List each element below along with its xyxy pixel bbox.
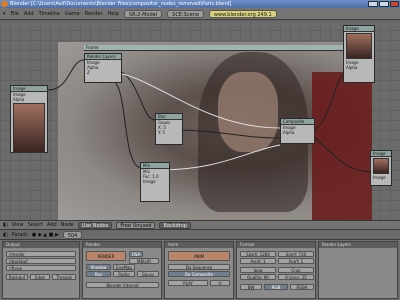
- format-panel: Format SizeX: 1280 SizeY: 720 AspX: 1 As…: [236, 241, 316, 299]
- render-panel-title: Render: [83, 242, 161, 248]
- ray-toggle[interactable]: Ray: [86, 271, 111, 277]
- window-titlebar: Blender [C:\Users\Asif\Documents\Blender…: [0, 0, 400, 8]
- file-format-select[interactable]: Jpeg: [240, 267, 276, 273]
- image-thumbnail: [346, 33, 372, 59]
- do-sequence-toggle[interactable]: Do Sequence: [168, 264, 230, 270]
- node-socket-label: Image: [373, 175, 386, 180]
- play-button[interactable]: PLAY: [168, 280, 208, 286]
- anim-button[interactable]: ANIM: [168, 251, 230, 261]
- use-nodes-toggle[interactable]: Use Nodes: [77, 221, 113, 229]
- scene-selector[interactable]: SCE:Scene: [167, 9, 204, 18]
- anim-panel-title: Anim: [165, 242, 233, 248]
- menu-game[interactable]: Game: [65, 11, 80, 17]
- context-icons[interactable]: ● ◆ ▲ ■ ▶: [32, 232, 59, 238]
- frame-node[interactable]: Frame: [84, 45, 344, 51]
- node-socket-label: Alpha: [346, 65, 358, 70]
- node-socket-label: Alpha: [13, 97, 25, 102]
- envmap-toggle[interactable]: EnvMap: [113, 264, 135, 270]
- menu-help[interactable]: Help: [108, 11, 119, 17]
- renderer-select[interactable]: Blender Internal: [86, 282, 159, 288]
- minimize-button[interactable]: [368, 1, 378, 7]
- image-thumbnail: [13, 103, 45, 153]
- quality-field[interactable]: Quality: 90: [240, 274, 276, 280]
- close-button[interactable]: [390, 1, 399, 7]
- rgba-toggle[interactable]: RGBA: [290, 284, 314, 290]
- screen-selector[interactable]: SR:2-Model: [123, 9, 163, 18]
- menu-panels[interactable]: Panels: [12, 232, 28, 238]
- image-input-node[interactable]: Image Image Alpha: [10, 85, 48, 153]
- menu-select[interactable]: Select: [28, 222, 43, 228]
- node-editor[interactable]: Frame Render Layers Image Alpha Z Image …: [0, 20, 400, 220]
- menu-timeline[interactable]: Timeline: [39, 11, 60, 17]
- menu-view[interactable]: View: [12, 222, 24, 228]
- frame-node-title: Frame: [84, 45, 344, 51]
- buttons-header: ◧ Panels ● ◆ ▲ ■ ▶ 504: [0, 230, 400, 240]
- blur-node[interactable]: Blur Gauss X: 5 Y: 5: [155, 113, 183, 145]
- render-panel: Render RENDER OSA MBLUR Shadow EnvMap Ra…: [82, 241, 162, 299]
- threads-button[interactable]: Threads: [52, 274, 76, 280]
- menu-file[interactable]: File: [11, 11, 19, 17]
- menu-add[interactable]: Add: [47, 222, 57, 228]
- node-editor-header: ◧ View Select Add Node Use Nodes Free Un…: [0, 220, 400, 230]
- viewer-node[interactable]: Image Image Alpha: [343, 25, 375, 83]
- menu-add[interactable]: Add: [24, 11, 34, 17]
- menu-render[interactable]: Render: [85, 11, 103, 17]
- format-panel-title: Format: [237, 242, 315, 248]
- window-title: Blender [C:\Users\Asif\Documents\Blender…: [10, 1, 232, 7]
- render-button[interactable]: RENDER: [86, 251, 126, 261]
- rt-field[interactable]: rt: [210, 280, 230, 286]
- composite-node[interactable]: Composite Image Alpha: [280, 118, 315, 144]
- image-thumbnail: [373, 158, 389, 174]
- render-layers-node[interactable]: Render Layers Image Alpha Z: [84, 53, 122, 83]
- backdrop-toggle[interactable]: Backdrop: [159, 221, 191, 229]
- size-y-field[interactable]: SizeY: 720: [278, 251, 314, 257]
- edge-button[interactable]: Edge: [30, 274, 50, 280]
- buttons-panels: Output //render_ //backbuf //ftype Backb…: [0, 240, 400, 300]
- frame-number-field[interactable]: 504: [62, 230, 83, 239]
- render-layers-panel: Render Layers: [318, 241, 398, 299]
- menu-icon[interactable]: ▾: [3, 11, 6, 17]
- node-socket-label: Alpha: [283, 130, 295, 135]
- backbuf-button[interactable]: Backbuf: [6, 274, 28, 280]
- editor-type-icon[interactable]: ◧: [3, 222, 8, 228]
- do-composite-toggle[interactable]: Do Composite: [168, 271, 230, 277]
- backbuf-path-field[interactable]: //backbuf: [6, 258, 76, 264]
- fps-field[interactable]: Frs/sec: 25: [278, 274, 314, 280]
- asp-y-field[interactable]: AspY: 1: [278, 258, 314, 264]
- gauss-select[interactable]: Gauss: [137, 271, 159, 277]
- node-field[interactable]: Y: 5: [156, 130, 182, 135]
- output-panel-title: Output: [3, 242, 79, 248]
- viewer-node-title: Image: [344, 26, 374, 32]
- ftype-path-field[interactable]: //ftype: [6, 265, 76, 271]
- node-socket-label: Image: [143, 179, 156, 184]
- node-socket-label: Z: [87, 70, 90, 75]
- maximize-button[interactable]: [379, 1, 389, 7]
- main-menubar: ▾ File Add Timeline Game Render Help SR:…: [0, 8, 400, 20]
- crop-toggle[interactable]: Crop: [278, 267, 314, 273]
- render-layers-panel-title: Render Layers: [319, 242, 397, 248]
- editor-type-icon[interactable]: ◧: [3, 232, 8, 238]
- rgb-toggle[interactable]: RGB: [264, 284, 288, 290]
- radio-toggle[interactable]: Radio: [113, 271, 135, 277]
- free-unused-button[interactable]: Free Unused: [116, 221, 156, 229]
- shadow-toggle[interactable]: Shadow: [86, 264, 111, 270]
- asp-x-field[interactable]: AspX: 1: [240, 258, 276, 264]
- menu-node[interactable]: Node: [61, 222, 74, 228]
- small-viewer-node[interactable]: Image Image: [370, 150, 392, 186]
- blender-logo-icon: [1, 1, 8, 7]
- blender-site-label: www.blender.org 249.1: [208, 9, 277, 18]
- output-panel: Output //render_ //backbuf //ftype Backb…: [2, 241, 80, 299]
- anim-panel: Anim ANIM Do Sequence Do Composite PLAY …: [164, 241, 234, 299]
- bw-toggle[interactable]: BW: [240, 284, 262, 290]
- osa-toggle[interactable]: OSA: [129, 251, 143, 257]
- size-x-field[interactable]: SizeX: 1280: [240, 251, 276, 257]
- mix-node[interactable]: Mix Mix Fac: 1.0 Image: [140, 162, 170, 202]
- small-viewer-node-title: Image: [371, 151, 391, 157]
- output-path-field[interactable]: //render_: [6, 251, 76, 257]
